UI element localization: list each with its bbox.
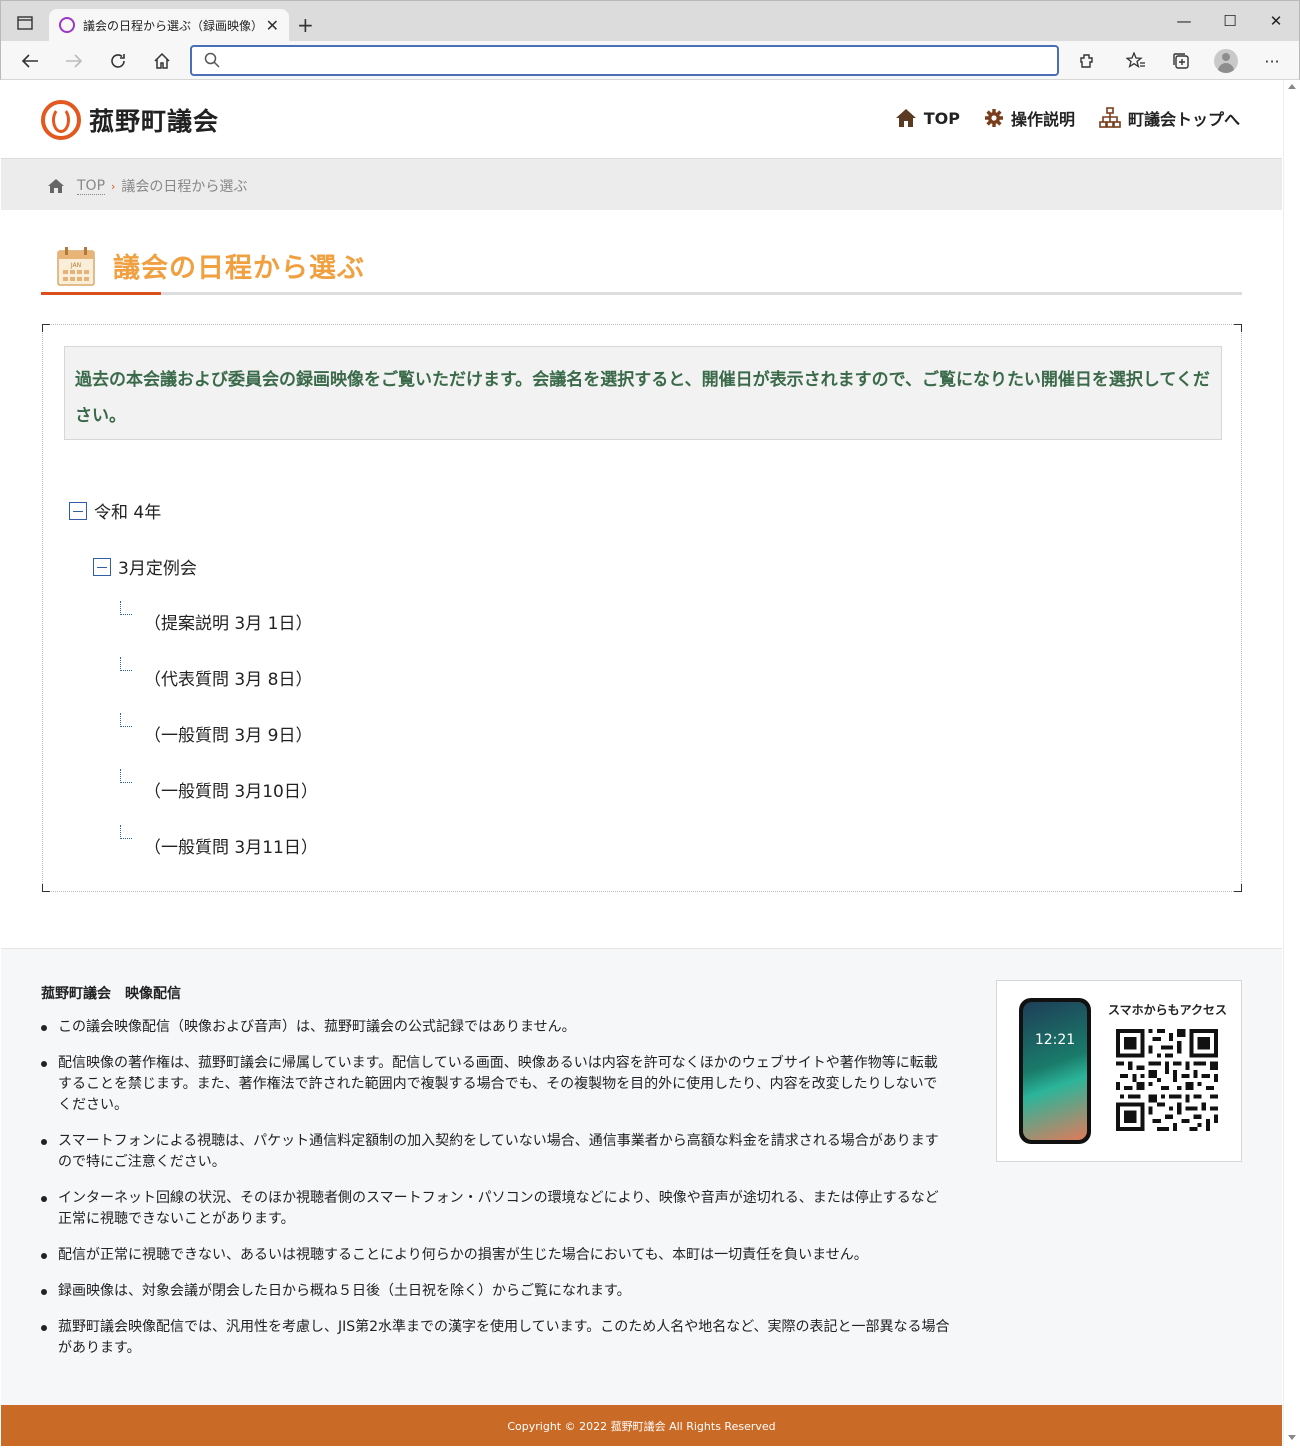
qr-code-image bbox=[1116, 1029, 1218, 1131]
tab-actions-icon[interactable] bbox=[11, 12, 39, 34]
breadcrumb-separator: › bbox=[111, 179, 116, 193]
tree-day-link[interactable]: （一般質問 3月10日） bbox=[144, 777, 318, 802]
footer-notice-item: インターネット回線の状況、そのほか視聴者側のスマートフォン・パソコンの環境などに… bbox=[41, 1188, 951, 1230]
page-title-area: JAN 議会の日程から選ぶ bbox=[41, 240, 1242, 295]
new-tab-icon[interactable]: + bbox=[297, 13, 314, 37]
sitemap-icon bbox=[1099, 107, 1121, 128]
forward-icon[interactable] bbox=[62, 49, 86, 73]
breadcrumb-current: 議会の日程から選ぶ bbox=[121, 179, 248, 195]
nav-council-top-label: 町議会トップへ bbox=[1127, 110, 1240, 129]
tree-connector bbox=[120, 657, 132, 671]
browser-tab[interactable]: 議会の日程から選ぶ（録画映像） ✕ bbox=[49, 9, 289, 41]
site-header: 菰野町議会 TOP 操作説明 町議会トップへ bbox=[1, 80, 1282, 158]
logo-emblem-icon bbox=[41, 100, 81, 140]
refresh-icon[interactable] bbox=[106, 49, 130, 73]
global-nav: TOP 操作説明 町議会トップへ bbox=[871, 106, 1240, 130]
logo-text: 菰野町議会 bbox=[89, 107, 220, 136]
maximize-icon[interactable]: ☐ bbox=[1207, 1, 1253, 41]
tree-connector bbox=[120, 713, 132, 727]
copyright-text: Copyright © 2022 菰野町議会 All Rights Reserv… bbox=[507, 1419, 776, 1433]
footer-notice-item: 配信が正常に視聴できない、あるいは視聴することにより何らかの損害が生じた場合にお… bbox=[41, 1245, 951, 1266]
profile-avatar[interactable] bbox=[1214, 49, 1238, 73]
notice-text: 過去の本会議および委員会の録画映像をご覧いただけます。会議名を選択すると、開催日… bbox=[64, 346, 1222, 440]
footer-notice-item: 配信映像の著作権は、菰野町議会に帰属しています。配信している画面、映像あるいは内… bbox=[41, 1053, 951, 1116]
browser-toolbar: ··· bbox=[1, 41, 1299, 81]
calendar-icon: JAN bbox=[57, 247, 95, 286]
qr-label: スマホからもアクセス bbox=[1108, 1003, 1228, 1017]
footer-notice-item: 録画映像は、対象会議が閉会した日から概ね５日後（土日祝を除く）からご覧になれます… bbox=[41, 1281, 951, 1302]
site-footer: 菰野町議会 映像配信 この議会映像配信（映像および音声）は、菰野町議会の公式記録… bbox=[1, 948, 1282, 1405]
tab-title: 議会の日程から選ぶ（録画映像） bbox=[83, 18, 260, 33]
back-icon[interactable] bbox=[18, 49, 42, 73]
home-button-icon[interactable] bbox=[150, 49, 174, 73]
breadcrumb-bar: TOP › 議会の日程から選ぶ bbox=[1, 158, 1282, 210]
web-page: 菰野町議会 TOP 操作説明 町議会トップへ TOP › 議会の日程から選ぶ J… bbox=[1, 80, 1282, 1446]
nav-top-label: TOP bbox=[923, 108, 960, 128]
gear-icon bbox=[984, 109, 1003, 127]
footer-title: 菰野町議会 映像配信 bbox=[41, 986, 181, 1002]
footer-notice-item: 菰野町議会映像配信では、汎用性を考慮し、JIS第2水準までの漢字を使用しています… bbox=[41, 1317, 951, 1359]
nav-help-label: 操作説明 bbox=[1010, 110, 1075, 129]
site-logo[interactable]: 菰野町議会 bbox=[41, 100, 219, 140]
phone-time: 12:21 bbox=[1034, 1032, 1076, 1048]
breadcrumb-top-link[interactable]: TOP bbox=[77, 178, 106, 195]
page-scrollbar[interactable] bbox=[1283, 80, 1299, 1446]
more-menu-icon[interactable]: ··· bbox=[1260, 49, 1284, 73]
schedule-tree-box: 過去の本会議および委員会の録画映像をご覧いただけます。会議名を選択すると、開催日… bbox=[42, 324, 1242, 892]
favorites-icon[interactable] bbox=[1124, 49, 1148, 73]
search-icon bbox=[204, 52, 220, 68]
smartphone-access-card: 12:21 スマホからもアクセス bbox=[996, 980, 1242, 1162]
scroll-down-icon[interactable] bbox=[1288, 1435, 1296, 1440]
tree-connector bbox=[120, 769, 132, 783]
breadcrumb-home-icon bbox=[48, 179, 64, 193]
favicon-icon bbox=[59, 17, 75, 33]
scroll-up-icon[interactable] bbox=[1288, 84, 1296, 89]
close-tab-icon[interactable]: ✕ bbox=[266, 16, 279, 35]
tree-connector bbox=[120, 825, 132, 839]
tree-day-link[interactable]: （提案説明 3月 1日） bbox=[144, 609, 312, 634]
calendar-badge: JAN bbox=[70, 262, 81, 269]
minimize-icon[interactable]: — bbox=[1161, 1, 1207, 41]
tree-connector bbox=[120, 601, 132, 615]
smartphone-image: 12:21 bbox=[1019, 998, 1091, 1144]
collections-icon[interactable] bbox=[1169, 49, 1193, 73]
extensions-icon[interactable] bbox=[1075, 49, 1099, 73]
tree-year-node[interactable]: 令和 4年 bbox=[69, 498, 161, 523]
footer-notice-item: この議会映像配信（映像および音声）は、菰野町議会の公式記録ではありません。 bbox=[41, 1017, 951, 1038]
home-icon bbox=[895, 109, 916, 127]
tab-strip: 議会の日程から選ぶ（録画映像） ✕ + — ☐ ✕ bbox=[1, 1, 1299, 41]
tree-day-link[interactable]: （一般質問 3月11日） bbox=[144, 833, 318, 858]
footer-notice-item: スマートフォンによる視聴は、パケット通信料定額制の加入契約をしていない場合、通信… bbox=[41, 1131, 951, 1173]
window-close-icon[interactable]: ✕ bbox=[1253, 1, 1299, 41]
page-title: 議会の日程から選ぶ bbox=[113, 253, 365, 284]
footer-notice-list: この議会映像配信（映像および音声）は、菰野町議会の公式記録ではありません。 配信… bbox=[41, 1017, 951, 1374]
title-accent-line bbox=[41, 292, 161, 295]
nav-help-link[interactable]: 操作説明 bbox=[984, 106, 1075, 130]
tree-session-label[interactable]: 3月定例会 bbox=[118, 554, 197, 579]
breadcrumb: TOP › 議会の日程から選ぶ bbox=[47, 176, 247, 196]
collapse-toggle-icon[interactable] bbox=[69, 501, 87, 520]
browser-window: 議会の日程から選ぶ（録画映像） ✕ + — ☐ ✕ ··· bbox=[0, 0, 1300, 80]
address-bar[interactable] bbox=[190, 45, 1059, 76]
nav-council-top-link[interactable]: 町議会トップへ bbox=[1099, 106, 1240, 130]
tree-year-label[interactable]: 令和 4年 bbox=[94, 498, 161, 523]
tree-day-link[interactable]: （代表質問 3月 8日） bbox=[144, 665, 312, 690]
tree-session-node[interactable]: 3月定例会 bbox=[93, 554, 197, 579]
collapse-toggle-icon[interactable] bbox=[93, 557, 111, 576]
copyright-bar: Copyright © 2022 菰野町議会 All Rights Reserv… bbox=[1, 1405, 1282, 1446]
nav-top-link[interactable]: TOP bbox=[895, 108, 960, 128]
tree-day-link[interactable]: （一般質問 3月 9日） bbox=[144, 721, 312, 746]
